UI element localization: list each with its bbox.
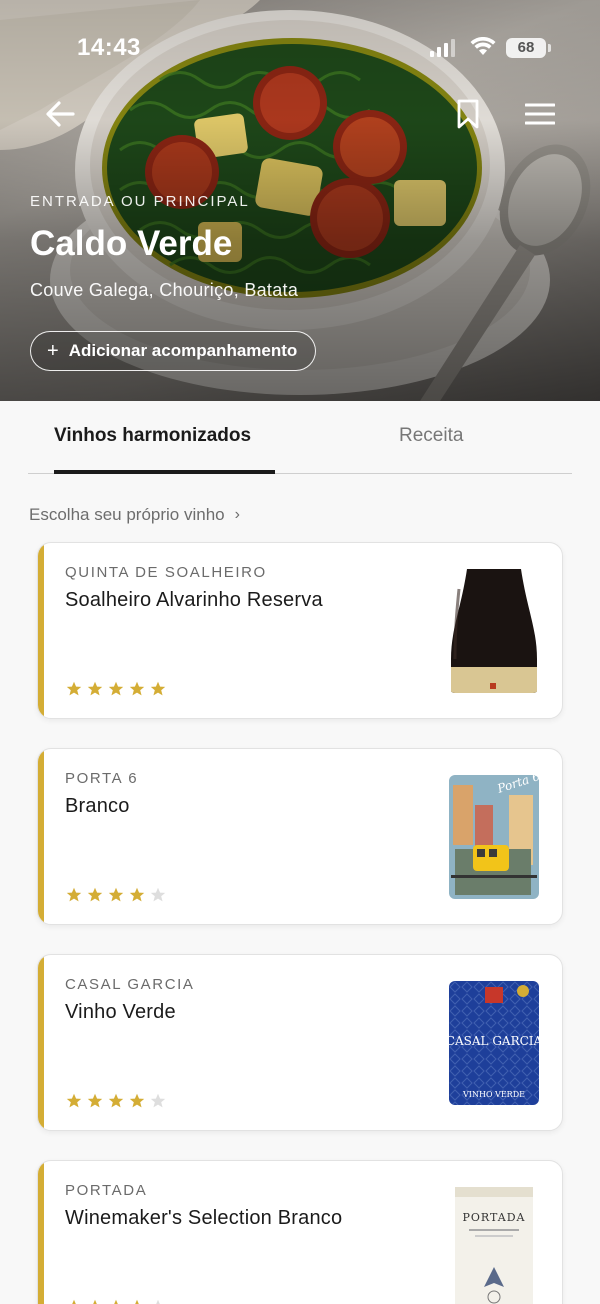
star-filled-icon (150, 681, 166, 696)
dish-ingredients: Couve Galega, Chouriço, Batata (30, 280, 299, 300)
active-tab-indicator (54, 470, 275, 474)
star-empty-icon (150, 1093, 166, 1108)
menu-button[interactable] (520, 94, 560, 134)
star-filled-icon (87, 887, 103, 902)
star-filled-icon (66, 1093, 82, 1108)
star-empty-icon (156, 1299, 160, 1304)
wine-rating (66, 1093, 166, 1109)
choose-own-wine-label: Escolha seu próprio vinho (29, 505, 225, 524)
plus-icon: + (47, 340, 59, 362)
star-filled-icon (108, 1093, 124, 1108)
star-filled-icon (129, 1093, 145, 1108)
wine-name: Winemaker's Selection Branco (65, 1207, 343, 1229)
wine-name: Vinho Verde (65, 1001, 176, 1023)
bookmark-button[interactable] (448, 94, 488, 134)
battery-indicator: 68 (506, 38, 551, 58)
star-filled-icon (108, 887, 124, 902)
star-filled-icon (93, 1299, 97, 1304)
star-filled-icon (135, 1299, 139, 1304)
status-bar: 14:43 68 (0, 34, 600, 64)
wine-name: Branco (65, 795, 130, 817)
star-filled-icon (87, 1093, 103, 1108)
add-side-dish-button[interactable]: + Adicionar acompanhamento (30, 331, 317, 371)
wine-bottle-image: CASAL GARCIA VINHO VERDE (449, 981, 539, 1105)
star-filled-icon (72, 1299, 76, 1304)
wine-bottle-image: PORTADA (449, 1187, 539, 1304)
star-filled-icon (66, 887, 82, 902)
star-filled-icon (129, 887, 145, 902)
card-accent (38, 955, 44, 1130)
dish-info: ENTRADA OU PRINCIPAL Caldo Verde Couve G… (30, 193, 298, 301)
card-accent (38, 543, 44, 718)
back-button[interactable] (40, 94, 80, 134)
vinho-verde-label: VINHO VERDE (462, 1090, 525, 1099)
portada-label: PORTADA (463, 1211, 526, 1224)
wine-producer: PORTADA (65, 1182, 148, 1199)
chevron-right-icon: › (234, 506, 240, 523)
tab-bar: Vinhos harmonizados Receita (28, 401, 572, 474)
star-filled-icon (108, 681, 124, 696)
arrow-left-icon (46, 101, 75, 127)
wine-producer: QUINTA DE SOALHEIRO (65, 564, 267, 581)
wine-card[interactable]: PORTA 6 Branco Porta 6 (37, 748, 563, 925)
wine-card[interactable]: CASAL GARCIA Vinho Verde CASAL GARCIA VI… (37, 954, 563, 1131)
wine-bottle-image (449, 569, 539, 693)
star-filled-icon (87, 681, 103, 696)
star-empty-icon (150, 887, 166, 902)
card-accent (38, 749, 44, 924)
wine-rating (66, 1299, 166, 1304)
wine-rating (66, 887, 166, 903)
wine-card[interactable]: QUINTA DE SOALHEIRO Soalheiro Alvarinho … (37, 542, 563, 719)
star-filled-icon (129, 681, 145, 696)
wine-card[interactable]: PORTADA Winemaker's Selection Branco POR… (37, 1160, 563, 1304)
cell-signal-icon (430, 39, 455, 57)
star-filled-icon (66, 681, 82, 696)
choose-own-wine-link[interactable]: Escolha seu próprio vinho › (29, 505, 240, 525)
wine-rating (66, 681, 166, 697)
bookmark-icon (457, 99, 479, 129)
page-title: Caldo Verde (30, 224, 233, 263)
wine-producer: CASAL GARCIA (65, 976, 195, 993)
star-filled-icon (114, 1299, 118, 1304)
tab-recipe[interactable]: Receita (399, 425, 463, 447)
wine-producer: PORTA 6 (65, 770, 139, 787)
wifi-icon (470, 37, 496, 55)
casal-garcia-label: CASAL GARCIA (449, 1034, 539, 1048)
wine-name: Soalheiro Alvarinho Reserva (65, 589, 323, 611)
wine-bottle-image: Porta 6 (449, 775, 539, 899)
hamburger-menu-icon (525, 103, 555, 125)
dish-category: ENTRADA OU PRINCIPAL (30, 193, 250, 210)
card-accent (38, 1161, 44, 1304)
tab-paired-wines[interactable]: Vinhos harmonizados (54, 425, 251, 447)
status-time: 14:43 (77, 34, 141, 61)
add-side-dish-label: Adicionar acompanhamento (68, 341, 298, 360)
